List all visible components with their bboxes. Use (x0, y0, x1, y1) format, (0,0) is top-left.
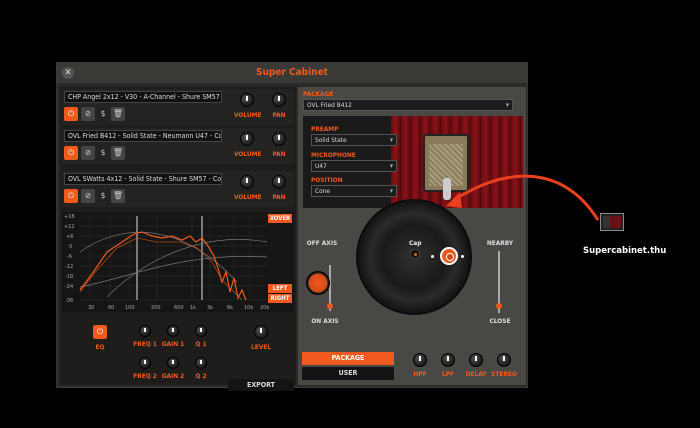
file-thumbnail-icon[interactable] (600, 213, 624, 231)
file-label: Supercabinet.thu (583, 246, 667, 256)
annotation-arrow (446, 174, 600, 221)
